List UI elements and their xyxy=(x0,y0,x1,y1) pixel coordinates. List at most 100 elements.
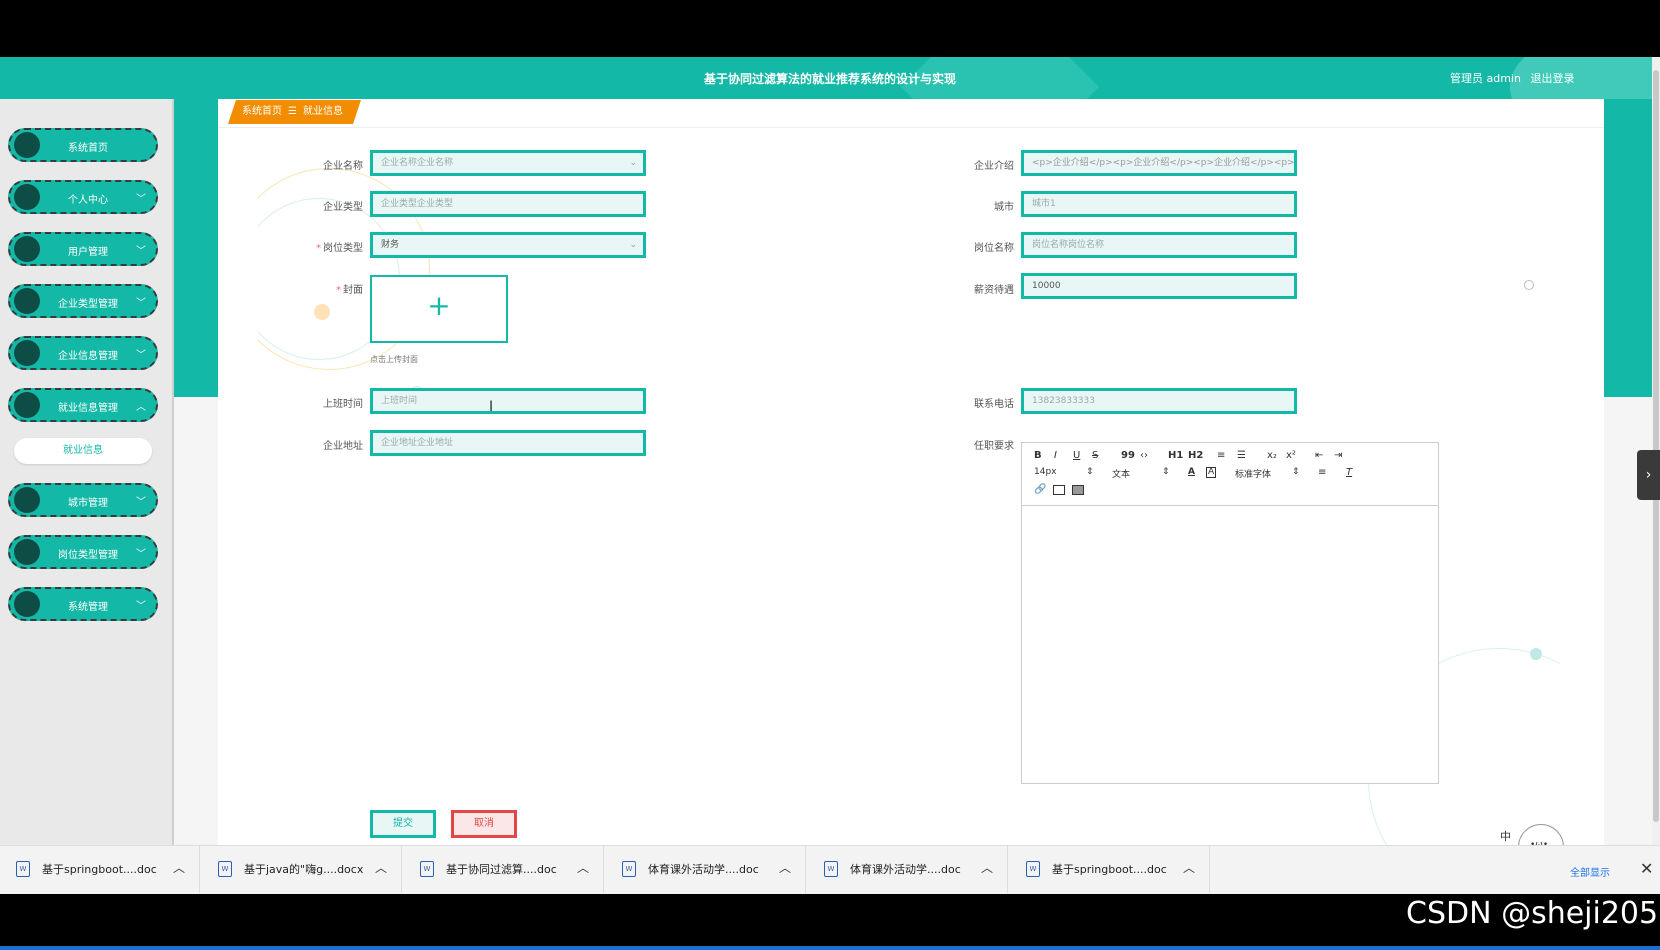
progress-line xyxy=(0,946,1660,950)
sidebar-item-label: 岗位类型管理 xyxy=(58,550,118,561)
job-type-value: 财务 xyxy=(381,240,400,250)
sidebar-item-1[interactable]: 个人中心 ﹀ xyxy=(8,180,158,214)
logout-link[interactable]: 退出登录 xyxy=(1530,72,1574,85)
chevron-down-icon: ﹀ xyxy=(136,549,146,560)
sidebar-item-2[interactable]: 用户管理 ﹀ xyxy=(8,232,158,266)
updown-icon: ⇕ xyxy=(1162,467,1170,477)
link-icon[interactable]: 🔗 xyxy=(1034,484,1046,495)
document-icon: W xyxy=(420,861,434,877)
label-company-address: 企业地址 xyxy=(323,441,363,452)
sidebar-item-6[interactable]: 城市管理 ﹀ xyxy=(8,483,158,517)
download-item[interactable]: W 体育课外活动学....doc ︿ xyxy=(606,845,806,893)
upload-hint: 点击上传封面 xyxy=(370,355,418,364)
work-time-input[interactable]: 上班时间 xyxy=(370,388,646,414)
download-item[interactable]: W 基于springboot....doc ︿ xyxy=(1010,845,1210,893)
sidebar-item-label: 城市管理 xyxy=(68,498,108,509)
sidebar-item-3[interactable]: 企业类型管理 ﹀ xyxy=(8,284,158,318)
breadcrumb-home[interactable]: 系统首页 xyxy=(242,106,282,117)
code-button[interactable]: ‹› xyxy=(1140,450,1148,461)
sidebar-item-0[interactable]: 系统首页 xyxy=(8,128,158,162)
decor-band-left xyxy=(174,99,218,397)
sidebar-item-7[interactable]: 岗位类型管理 ﹀ xyxy=(8,535,158,569)
video-icon[interactable] xyxy=(1072,485,1084,495)
chevron-up-icon[interactable]: ︿ xyxy=(173,859,185,876)
sidebar-item-8[interactable]: 系统管理 ﹀ xyxy=(8,587,158,621)
strike-button[interactable]: S xyxy=(1092,450,1098,461)
chevron-up-icon[interactable]: ︿ xyxy=(375,859,387,876)
align-icon[interactable]: ≡ xyxy=(1318,467,1326,478)
label-work-time: 上班时间 xyxy=(323,399,363,410)
job-name-input[interactable]: 岗位名称岗位名称 xyxy=(1021,232,1297,258)
chevron-up-icon[interactable]: ︿ xyxy=(577,859,589,876)
user-label: 管理员 admin xyxy=(1450,72,1521,85)
font-color-icon[interactable]: A xyxy=(1188,467,1195,477)
cancel-button[interactable]: 取消 xyxy=(451,810,517,838)
company-type-input[interactable]: 企业类型企业类型 xyxy=(370,191,646,217)
download-filename: 基于协同过滤算....doc xyxy=(446,863,557,876)
italic-button[interactable]: I xyxy=(1054,450,1057,461)
side-panel-toggle[interactable]: › xyxy=(1637,450,1660,500)
scrollbar-thumb[interactable] xyxy=(1653,70,1659,822)
salary-input[interactable]: 10000 xyxy=(1021,273,1297,299)
show-all-downloads-link[interactable]: 全部显示 xyxy=(1570,864,1610,879)
label-company-name: 企业名称 xyxy=(323,161,363,172)
ordered-list-button[interactable]: ≡ xyxy=(1217,450,1225,461)
download-item[interactable]: W 基于java的"嗨g....docx ︿ xyxy=(202,845,402,893)
indent-button[interactable]: ⇥ xyxy=(1334,450,1342,461)
download-item[interactable]: W 体育课外活动学....doc ︿ xyxy=(808,845,1008,893)
city-input[interactable]: 城市1 xyxy=(1021,191,1297,217)
underline-button[interactable]: U xyxy=(1073,450,1080,461)
app-title: 基于协同过滤算法的就业推荐系统的设计与实现 xyxy=(703,72,956,86)
submit-button[interactable]: 提交 xyxy=(370,810,436,838)
sidebar-item-label: 企业类型管理 xyxy=(58,299,118,310)
label-company-type: 企业类型 xyxy=(323,202,363,213)
sidebar-item-5[interactable]: 就业信息管理 ︿ xyxy=(8,388,158,422)
image-icon[interactable] xyxy=(1053,485,1065,495)
background-color-icon[interactable]: A xyxy=(1206,467,1217,478)
superscript-button[interactable]: x² xyxy=(1286,450,1296,461)
company-address-input[interactable]: 企业地址企业地址 xyxy=(370,430,646,456)
sidebar-item-4[interactable]: 企业信息管理 ﹀ xyxy=(8,336,158,370)
text-style-select[interactable]: 文本 xyxy=(1112,467,1130,480)
chevron-up-icon[interactable]: ︿ xyxy=(981,859,993,876)
sidebar-item-label: 用户管理 xyxy=(68,247,108,258)
sidebar-item-label: 企业信息管理 xyxy=(58,351,118,362)
chevron-down-icon: ﹀ xyxy=(136,298,146,309)
download-item[interactable]: W 基于协同过滤算....doc ︿ xyxy=(404,845,604,893)
outdent-button[interactable]: ⇤ xyxy=(1315,450,1323,461)
cover-upload-box[interactable]: + xyxy=(370,275,508,343)
subscript-button[interactable]: x₂ xyxy=(1267,450,1277,461)
h2-button[interactable]: H2 xyxy=(1188,450,1203,461)
sidebar-item-label: 系统首页 xyxy=(68,143,108,154)
breadcrumb-bar xyxy=(218,99,1604,128)
watermark: CSDN @sheji205 xyxy=(1406,896,1659,931)
label-job-type: * 岗位类型 xyxy=(316,243,363,254)
requirements-editor[interactable]: B I U S 99 ‹› H1 H2 ≡ ☰ x₂ x² ⇤ ⇥ 14px ⇕… xyxy=(1021,442,1439,784)
bullet-list-button[interactable]: ☰ xyxy=(1237,450,1246,461)
font-size-select[interactable]: 14px xyxy=(1034,467,1057,477)
menu-dot-icon xyxy=(14,487,40,513)
download-filename: 基于springboot....doc xyxy=(1052,863,1167,876)
font-family-select[interactable]: 标准字体 xyxy=(1235,467,1271,480)
chevron-down-icon: ﹀ xyxy=(136,246,146,257)
phone-input[interactable]: 13823833333 xyxy=(1021,388,1297,414)
download-item[interactable]: W 基于springboot....doc ︿ xyxy=(0,845,200,893)
chevron-up-icon[interactable]: ︿ xyxy=(779,859,791,876)
job-type-select[interactable]: 财务 ⌄ xyxy=(370,232,646,258)
sidebar-item-label: 系统管理 xyxy=(68,602,108,613)
company-intro-input[interactable]: <p>企业介绍</p><p>企业介绍</p><p>企业介绍</p><p>企业 xyxy=(1021,150,1297,176)
company-name-select[interactable]: 企业名称企业名称 ⌄ xyxy=(370,150,646,176)
close-icon[interactable]: ✕ xyxy=(1640,859,1653,878)
h1-button[interactable]: H1 xyxy=(1168,450,1183,461)
download-filename: 体育课外活动学....doc xyxy=(850,863,961,876)
bold-button[interactable]: B xyxy=(1034,450,1042,461)
menu-dot-icon xyxy=(14,539,40,565)
document-icon: W xyxy=(824,861,838,877)
document-icon: W xyxy=(218,861,232,877)
label-company-intro: 企业介绍 xyxy=(974,161,1014,172)
sidebar-subitem-job-info[interactable]: 就业信息 xyxy=(14,438,152,464)
clear-format-icon[interactable]: T xyxy=(1346,467,1352,478)
chevron-up-icon[interactable]: ︿ xyxy=(1183,859,1195,876)
chevron-up-icon: ︿ xyxy=(136,402,146,413)
quote-button[interactable]: 99 xyxy=(1121,450,1135,461)
